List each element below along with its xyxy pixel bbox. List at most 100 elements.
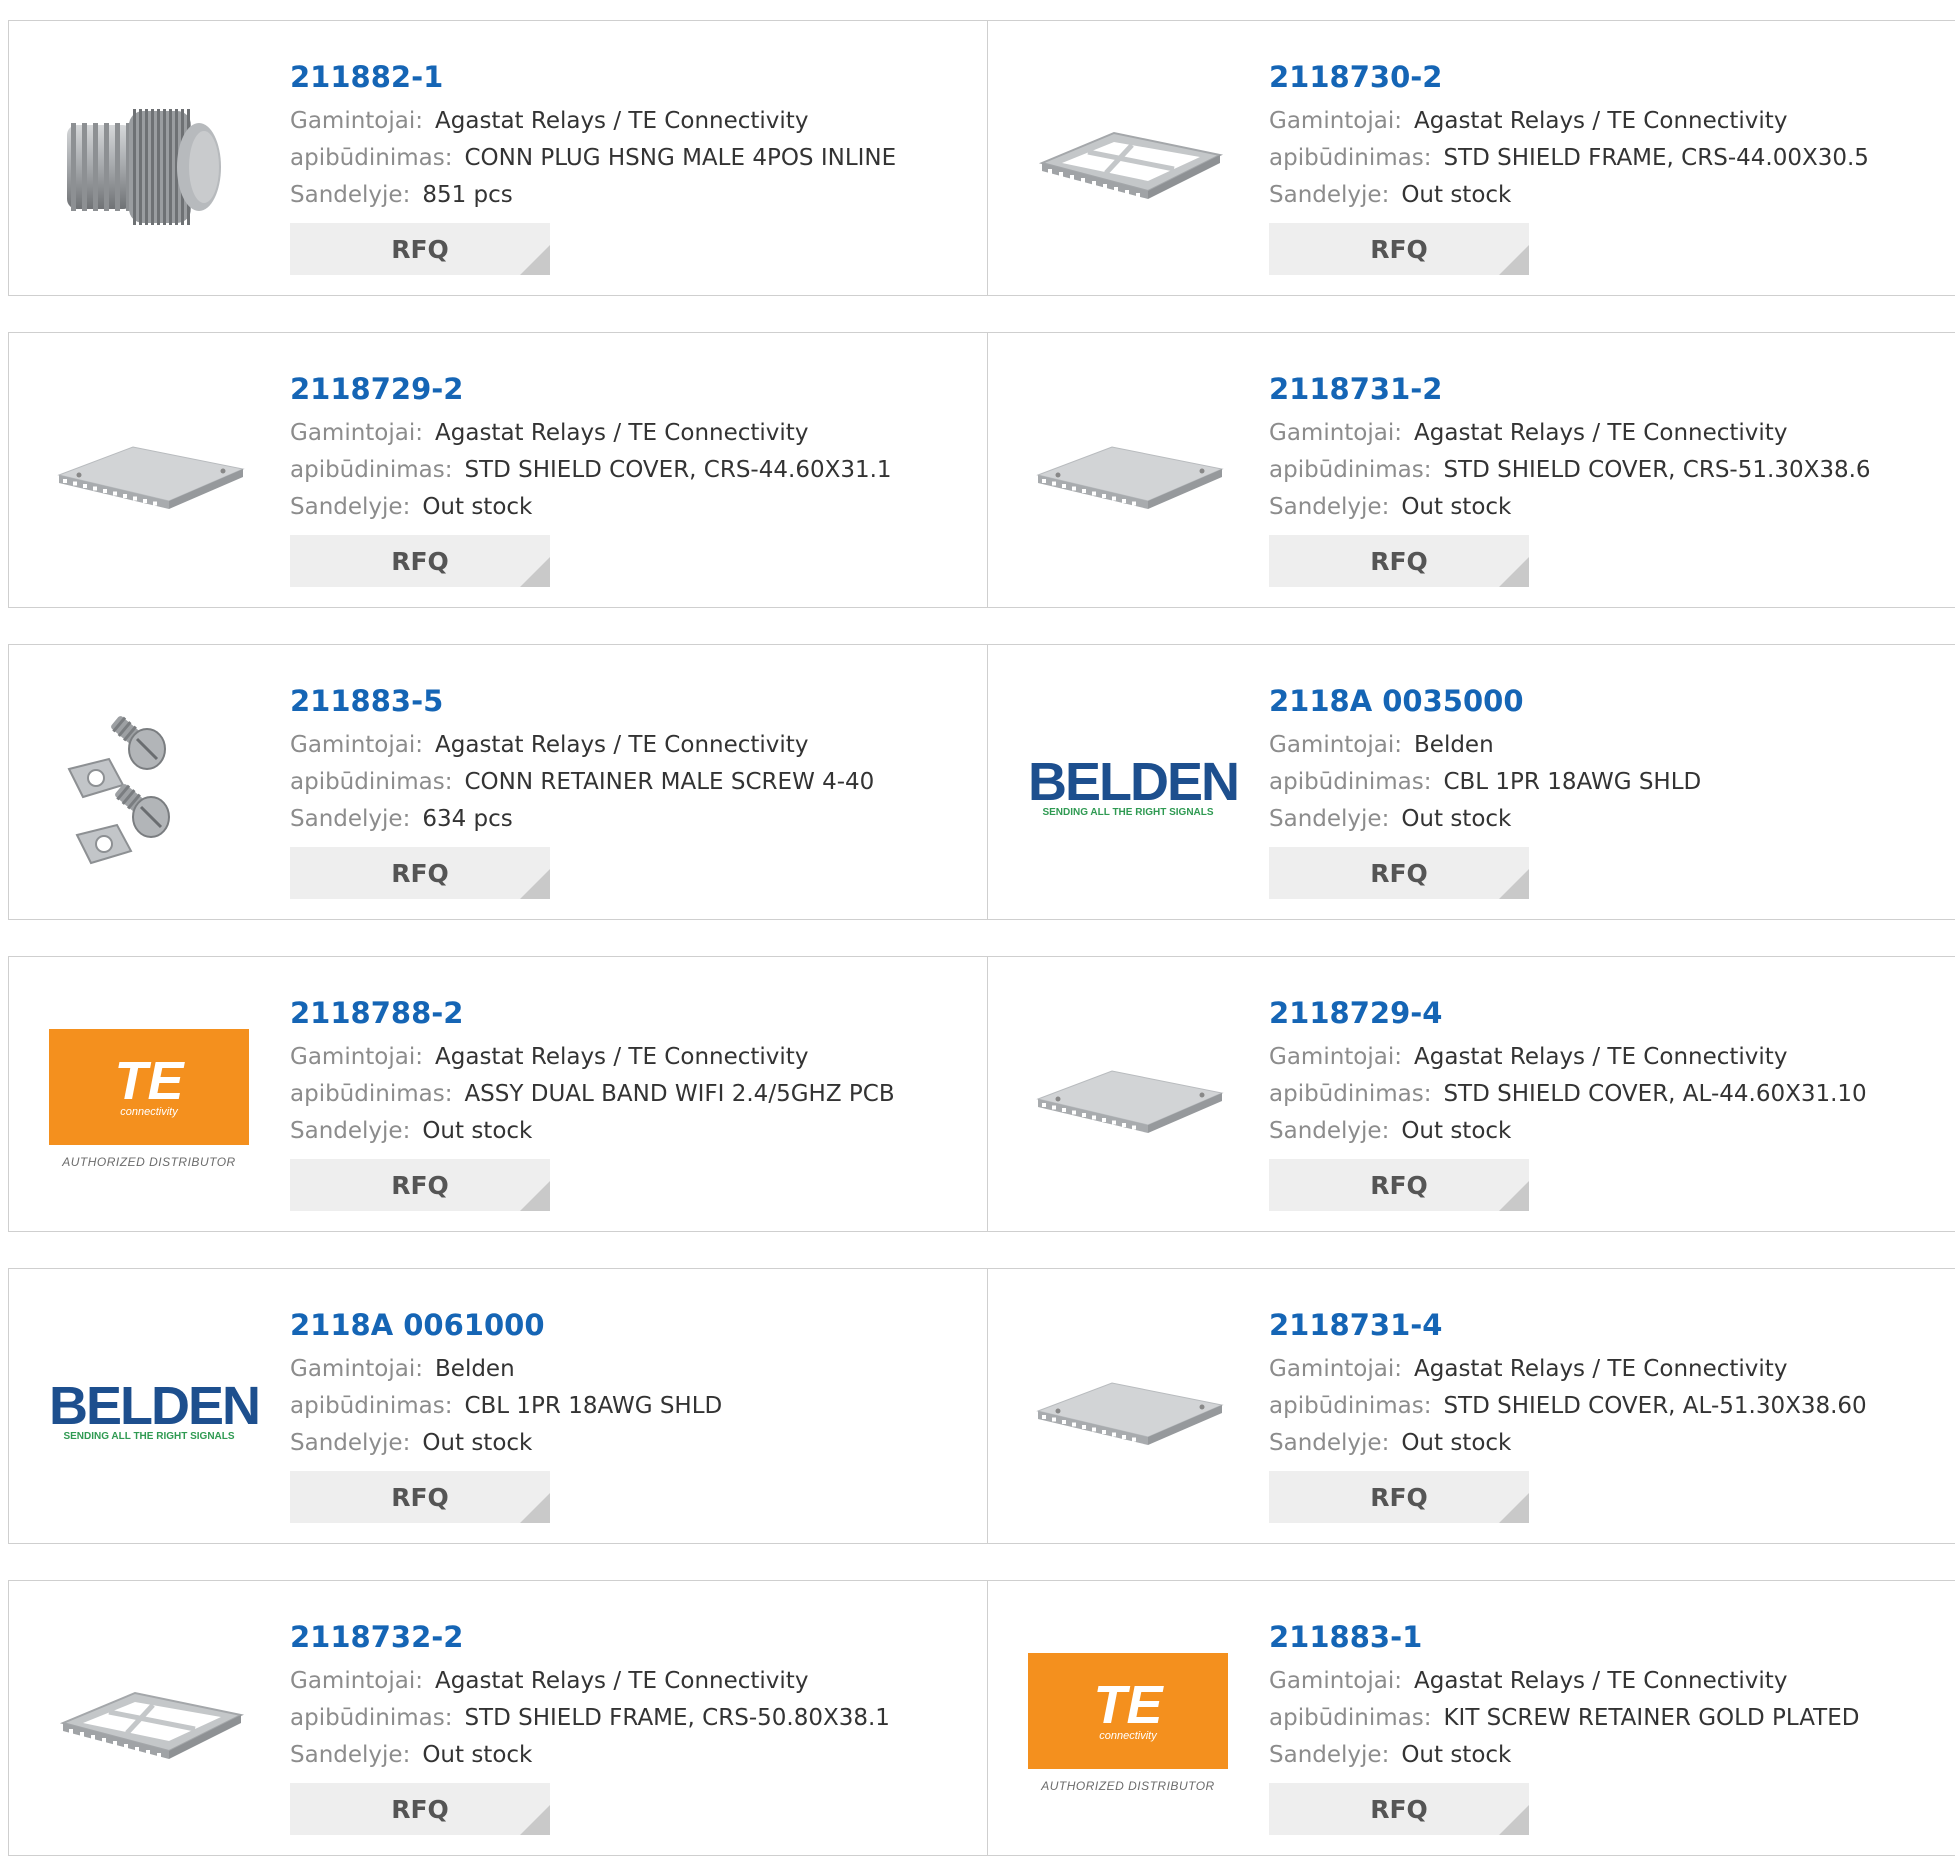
manufacturer-value: Agastat Relays / TE Connectivity <box>1414 1668 1788 1694</box>
description-value: STD SHIELD COVER, CRS-51.30X38.6 <box>1443 457 1871 483</box>
stock-value: Out stock <box>1401 806 1512 832</box>
corner-fold-icon <box>520 869 550 899</box>
manufacturer-label: Gamintojai: <box>290 1668 424 1694</box>
shield-cover-icon[interactable] <box>1028 1311 1228 1511</box>
shield-cover-icon[interactable] <box>1028 999 1228 1199</box>
product-grid: 211882-1 Gamintojai: Agastat Relays / TE … <box>0 0 1955 1856</box>
stock-label: Sandelyje: <box>1269 494 1390 520</box>
manufacturer-label: Gamintojai: <box>290 420 424 446</box>
part-number-link[interactable]: 2118788-2 <box>290 995 977 1031</box>
stock-row: Sandelyje: 634 pcs <box>290 801 977 838</box>
manufacturer-value: Agastat Relays / TE Connectivity <box>435 420 809 446</box>
manufacturer-value: Agastat Relays / TE Connectivity <box>435 732 809 758</box>
part-number-link[interactable]: 2118731-2 <box>1269 371 1955 407</box>
part-number-link[interactable]: 2118731-4 <box>1269 1307 1955 1343</box>
manufacturer-label: Gamintojai: <box>290 732 424 758</box>
product-info: 2118731-4 Gamintojai: Agastat Relays / TE… <box>1269 1307 1955 1462</box>
description-value: CBL 1PR 18AWG SHLD <box>464 1393 723 1419</box>
description-value: CONN PLUG HSNG MALE 4POS INLINE <box>464 145 897 171</box>
part-number-link[interactable]: 2118732-2 <box>290 1619 977 1655</box>
corner-fold-icon <box>1499 1493 1529 1523</box>
description-row: apibūdinimas: CBL 1PR 18AWG SHLD <box>1269 764 1955 801</box>
stock-value: Out stock <box>1401 182 1512 208</box>
description-label: apibūdinimas: <box>1269 145 1432 171</box>
rfq-button[interactable]: RFQ <box>1269 1471 1529 1523</box>
rfq-label: RFQ <box>1370 1482 1428 1512</box>
description-row: apibūdinimas: STD SHIELD COVER, CRS-51.30… <box>1269 452 1955 489</box>
rfq-button[interactable]: RFQ <box>290 1783 550 1835</box>
part-number-link[interactable]: 211883-5 <box>290 683 977 719</box>
corner-fold-icon <box>1499 1181 1529 1211</box>
product-card-12: TE connectivity AUTHORIZED DISTRIBUTOR 211… <box>987 1580 1955 1856</box>
stock-value: Out stock <box>1401 1742 1512 1768</box>
shield-frame-icon[interactable] <box>1028 63 1228 263</box>
stock-row: Sandelyje: Out stock <box>1269 801 1955 838</box>
manufacturer-row: Gamintojai: Agastat Relays / TE Connectiv… <box>1269 1351 1955 1388</box>
stock-value: Out stock <box>422 1118 533 1144</box>
product-info: 2118729-2 Gamintojai: Agastat Relays / TE… <box>290 371 977 526</box>
stock-label: Sandelyje: <box>290 182 411 208</box>
belden-logo[interactable]: BELDEN SENDING ALL THE RIGHT SIGNALS <box>1028 687 1240 887</box>
te-logo-caption: AUTHORIZED DISTRIBUTOR <box>1041 1779 1215 1793</box>
te-logo-sub: connectivity <box>120 1106 178 1118</box>
part-number-link[interactable]: 211883-1 <box>1269 1619 1955 1655</box>
part-number-link[interactable]: 2118729-2 <box>290 371 977 407</box>
description-value: CBL 1PR 18AWG SHLD <box>1443 769 1702 795</box>
manufacturer-value: Agastat Relays / TE Connectivity <box>1414 1356 1788 1382</box>
rfq-label: RFQ <box>391 546 449 576</box>
stock-value: Out stock <box>1401 1118 1512 1144</box>
product-info: 211882-1 Gamintojai: Agastat Relays / TE … <box>290 59 977 214</box>
rfq-label: RFQ <box>1370 1170 1428 1200</box>
shield-frame-icon[interactable] <box>49 1623 249 1823</box>
rfq-label: RFQ <box>391 1170 449 1200</box>
manufacturer-label: Gamintojai: <box>1269 732 1403 758</box>
rfq-button[interactable]: RFQ <box>1269 847 1529 899</box>
description-row: apibūdinimas: CBL 1PR 18AWG SHLD <box>290 1388 977 1425</box>
rfq-button[interactable]: RFQ <box>1269 223 1529 275</box>
stock-value: 851 pcs <box>422 182 513 208</box>
rfq-button[interactable]: RFQ <box>290 223 550 275</box>
te-logo[interactable]: TE connectivity AUTHORIZED DISTRIBUTOR <box>49 999 249 1199</box>
manufacturer-value: Belden <box>1414 732 1494 758</box>
rfq-button[interactable]: RFQ <box>290 1159 550 1211</box>
manufacturer-row: Gamintojai: Agastat Relays / TE Connectiv… <box>1269 1039 1955 1076</box>
part-number-link[interactable]: 2118A 0061000 <box>290 1307 977 1343</box>
description-row: apibūdinimas: STD SHIELD FRAME, CRS-44.00… <box>1269 140 1955 177</box>
manufacturer-value: Agastat Relays / TE Connectivity <box>1414 108 1788 134</box>
rfq-button[interactable]: RFQ <box>1269 1159 1529 1211</box>
description-value: KIT SCREW RETAINER GOLD PLATED <box>1443 1705 1860 1731</box>
shield-cover-icon[interactable] <box>49 375 249 575</box>
description-label: apibūdinimas: <box>1269 457 1432 483</box>
stock-row: Sandelyje: Out stock <box>290 1425 977 1462</box>
shield-cover-icon[interactable] <box>1028 375 1228 575</box>
manufacturer-row: Gamintojai: Agastat Relays / TE Connectiv… <box>1269 1663 1955 1700</box>
corner-fold-icon <box>1499 557 1529 587</box>
te-logo[interactable]: TE connectivity AUTHORIZED DISTRIBUTOR <box>1028 1623 1228 1823</box>
part-number-link[interactable]: 2118A 0035000 <box>1269 683 1955 719</box>
connector-plug-icon[interactable] <box>49 63 249 263</box>
product-card-5: 211883-5 Gamintojai: Agastat Relays / TE … <box>8 644 988 920</box>
part-number-link[interactable]: 211882-1 <box>290 59 977 95</box>
rfq-button[interactable]: RFQ <box>1269 1783 1529 1835</box>
part-number-link[interactable]: 2118730-2 <box>1269 59 1955 95</box>
product-info: 2118A 0061000 Gamintojai: Belden apibūdin… <box>290 1307 977 1462</box>
stock-row: Sandelyje: Out stock <box>1269 177 1955 214</box>
manufacturer-row: Gamintojai: Agastat Relays / TE Connectiv… <box>1269 415 1955 452</box>
rfq-button[interactable]: RFQ <box>290 847 550 899</box>
stock-row: Sandelyje: Out stock <box>290 1113 977 1150</box>
belden-logo[interactable]: BELDEN SENDING ALL THE RIGHT SIGNALS <box>49 1311 261 1511</box>
manufacturer-label: Gamintojai: <box>290 1044 424 1070</box>
corner-fold-icon <box>520 245 550 275</box>
manufacturer-value: Agastat Relays / TE Connectivity <box>1414 1044 1788 1070</box>
manufacturer-label: Gamintojai: <box>1269 108 1403 134</box>
part-number-link[interactable]: 2118729-4 <box>1269 995 1955 1031</box>
manufacturer-row: Gamintojai: Agastat Relays / TE Connectiv… <box>290 1663 977 1700</box>
corner-fold-icon <box>520 1493 550 1523</box>
rfq-button[interactable]: RFQ <box>290 1471 550 1523</box>
rfq-button[interactable]: RFQ <box>290 535 550 587</box>
rfq-label: RFQ <box>391 234 449 264</box>
rfq-button[interactable]: RFQ <box>1269 535 1529 587</box>
manufacturer-label: Gamintojai: <box>1269 1668 1403 1694</box>
manufacturer-label: Gamintojai: <box>290 108 424 134</box>
screw-retainer-icon[interactable] <box>49 687 249 887</box>
